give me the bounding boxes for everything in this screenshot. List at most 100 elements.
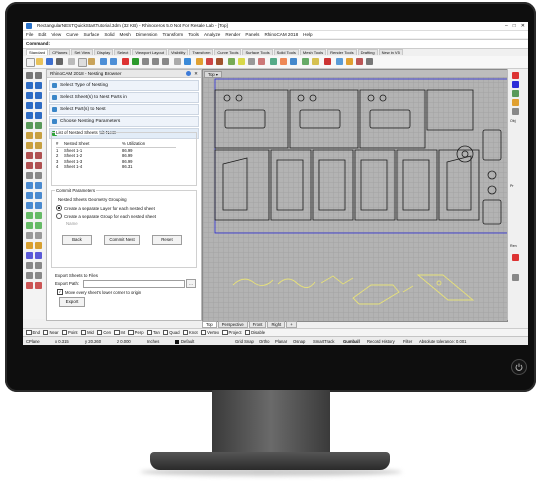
tab-curve-tools[interactable]: Curve Tools [214, 49, 242, 55]
line-icon[interactable] [26, 82, 33, 89]
lock-icon[interactable] [258, 58, 265, 65]
tab-transform[interactable]: Transform [189, 49, 214, 55]
hide-object-icon[interactable] [26, 262, 33, 269]
osnap-vertex[interactable]: Vertex [200, 329, 219, 336]
menu-rhinocam[interactable]: RhinoCAM 2018 [264, 32, 298, 37]
print-icon[interactable] [56, 58, 63, 65]
options-gear-icon[interactable] [312, 58, 319, 65]
step-select-type[interactable]: Select Type of Nesting [49, 80, 199, 91]
layer-color-icon[interactable] [512, 72, 519, 79]
menu-edit[interactable]: Edit [38, 32, 46, 37]
cylinder-icon[interactable] [26, 162, 33, 169]
commit-nest-button[interactable]: Commit Nest [104, 235, 140, 245]
render-color-icon[interactable] [512, 254, 519, 261]
analyze-distance-icon[interactable] [26, 242, 33, 249]
menu-curve[interactable]: Curve [66, 32, 78, 37]
osnap-tan[interactable]: Tan [146, 329, 160, 336]
browse-button[interactable]: ... [186, 279, 196, 288]
sphere-icon[interactable] [35, 152, 42, 159]
tab-viewport-layout[interactable]: Viewport Layout [132, 49, 167, 55]
gumball-toggle[interactable]: Gumball [343, 339, 360, 344]
cut-icon[interactable] [68, 58, 75, 65]
osnap-perp[interactable]: Perp [128, 329, 144, 336]
mesh-icon[interactable] [26, 172, 33, 179]
menu-tools[interactable]: Tools [188, 32, 199, 37]
loft-icon[interactable] [26, 142, 33, 149]
radio-separate-group[interactable]: Create a separate Group for each nested … [56, 213, 156, 219]
osnap-near[interactable]: Near [42, 329, 59, 336]
tab-select[interactable]: Select [114, 49, 132, 55]
panel-settings-icon[interactable] [512, 108, 519, 115]
hide-icon[interactable] [248, 58, 255, 65]
material-icon[interactable] [512, 90, 519, 97]
scale-icon[interactable] [35, 192, 42, 199]
ellipse-icon[interactable] [35, 102, 42, 109]
step-select-parts[interactable]: Select Part(s) to Nest [49, 104, 199, 115]
tab-top[interactable]: Top [202, 321, 217, 328]
extrude-icon[interactable] [35, 132, 42, 139]
shaded-icon[interactable] [206, 58, 213, 65]
osnap-end[interactable]: End [26, 329, 40, 336]
four-viewports-icon[interactable] [174, 58, 181, 65]
command-input[interactable] [53, 41, 527, 48]
top-viewport[interactable]: Top ▾ [202, 69, 508, 322]
analyze-icon[interactable] [302, 58, 309, 65]
grid-snap-toggle[interactable]: Grid Snap [235, 339, 254, 344]
new-file-icon[interactable] [26, 58, 35, 67]
object-color-icon[interactable] [512, 81, 519, 88]
menu-file[interactable]: File [26, 32, 33, 37]
tab-visibility[interactable]: Visibility [167, 49, 189, 55]
close-button[interactable]: ✕ [521, 23, 525, 29]
tab-mesh-tools[interactable]: Mesh Tools [299, 49, 327, 55]
minimize-button[interactable]: – [505, 23, 508, 29]
properties-icon[interactable] [280, 58, 287, 65]
polyline-icon[interactable] [35, 82, 42, 89]
group-icon[interactable] [26, 282, 33, 289]
move-to-origin-checkbox[interactable]: ✓ Move every sheet's lower corner to ori… [57, 289, 141, 295]
zoom-window-icon[interactable] [152, 58, 159, 65]
help-icon[interactable] [186, 71, 191, 76]
menu-solid[interactable]: Solid [104, 32, 114, 37]
layers-icon[interactable] [270, 58, 277, 65]
tab-surface-tools[interactable]: Surface Tools [242, 49, 273, 55]
light-icon[interactable] [512, 99, 519, 106]
osnap-knot[interactable]: Knot [182, 329, 198, 336]
trim-icon[interactable] [26, 212, 33, 219]
point-icon[interactable] [35, 72, 42, 79]
smarttrack-toggle[interactable]: SmartTrack [313, 339, 334, 344]
osnap-point[interactable]: Point [61, 329, 78, 336]
tab-cplanes[interactable]: CPlanes [49, 49, 71, 55]
wireframe-icon[interactable] [196, 58, 203, 65]
rectangle-icon[interactable] [26, 112, 33, 119]
select-all-icon[interactable] [228, 58, 235, 65]
tool-camera-icon[interactable] [366, 58, 373, 65]
box-icon[interactable] [26, 152, 33, 159]
offset-icon[interactable] [35, 122, 42, 129]
zoom-icon[interactable] [142, 58, 149, 65]
maximize-button[interactable]: □ [513, 23, 516, 29]
render-icon[interactable] [290, 58, 297, 65]
cplane-icon[interactable] [184, 58, 191, 65]
reset-button[interactable]: Reset [152, 235, 182, 245]
radio-separate-layer[interactable]: Create a separate Layer for each nested … [56, 205, 155, 211]
menu-help[interactable]: Help [303, 32, 312, 37]
boolean-icon[interactable] [35, 162, 42, 169]
tab-solid-tools[interactable]: Solid Tools [273, 49, 299, 55]
help-icon[interactable] [324, 58, 331, 65]
light-bulb-icon[interactable] [238, 58, 245, 65]
tool-material-icon[interactable] [356, 58, 363, 65]
ungroup-icon[interactable] [35, 282, 42, 289]
tab-add-viewport[interactable]: + [286, 321, 297, 328]
redo-icon[interactable] [110, 58, 117, 65]
select-arrow-icon[interactable] [26, 72, 33, 79]
menu-transform[interactable]: Transform [162, 32, 183, 37]
menu-panels[interactable]: Panels [245, 32, 259, 37]
curve-icon[interactable] [26, 92, 33, 99]
menu-mesh[interactable]: Mesh [120, 32, 131, 37]
tool-globe-icon[interactable] [336, 58, 343, 65]
planar-toggle[interactable]: Planar [275, 339, 287, 344]
tab-right[interactable]: Right [267, 321, 286, 328]
rotate-icon[interactable] [26, 192, 33, 199]
show-object-icon[interactable] [35, 262, 42, 269]
menu-view[interactable]: View [51, 32, 61, 37]
